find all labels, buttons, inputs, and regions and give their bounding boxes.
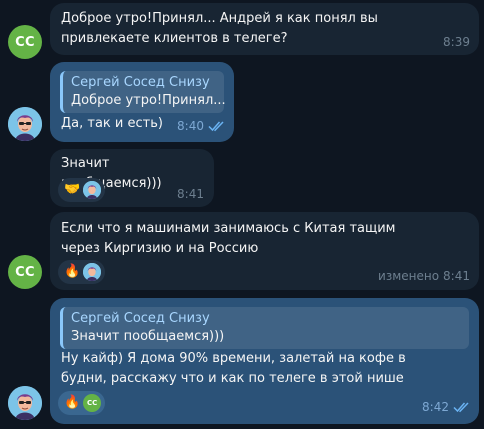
message-time: 8:40 (177, 119, 204, 133)
reply-quote[interactable]: Сергей Сосед Снизу Доброе утро!Принял... (60, 71, 226, 113)
reply-quote-text: Доброе утро!Принял... (71, 93, 226, 108)
chat-history: СС Доброе утро!Принял... Андрей я как по… (0, 0, 484, 429)
double-check-icon (453, 402, 469, 413)
reactor-initials: СС (87, 399, 98, 407)
reaction-chip[interactable]: 🤝 (58, 178, 106, 202)
reaction-chip[interactable]: 🔥 СС (58, 391, 106, 415)
contact-avatar[interactable]: СС (8, 255, 42, 289)
edited-label: изменено (378, 269, 440, 283)
message-meta: 8:42 (422, 397, 471, 417)
reply-quote-text: Значит пообщаемся))) (71, 329, 225, 344)
message-text: Ну кайф) Я дома 90% времени, залетай на … (61, 351, 410, 386)
message-bubble-incoming[interactable]: Значит пообщаемся))) 🤝 8:41 (50, 149, 214, 207)
double-check-icon (208, 121, 224, 132)
message-time: 8:41 (443, 269, 470, 283)
user-avatar[interactable] (8, 386, 42, 420)
message-meta: изменено 8:41 (378, 266, 470, 286)
reactor-avatar: СС (83, 394, 102, 412)
reactor-avatar (83, 181, 102, 199)
handshake-icon: 🤝 (64, 182, 81, 197)
message-bubble-incoming[interactable]: Доброе утро!Принял... Андрей я как понял… (50, 3, 479, 55)
message-meta: 8:41 (177, 184, 204, 204)
contact-initials: СС (15, 34, 35, 50)
message-text: Доброе утро!Принял... Андрей я как понял… (61, 11, 383, 46)
message-bubble-incoming[interactable]: Если что я машинами занимаюсь с Китая та… (50, 212, 479, 290)
reply-quote-author: Сергей Сосед Снизу (71, 75, 210, 90)
reply-quote-author: Сергей Сосед Снизу (71, 311, 210, 326)
message-time: 8:41 (177, 187, 204, 201)
user-avatar-image (8, 386, 42, 420)
message-time: 8:39 (443, 35, 470, 49)
fire-icon: 🔥 (64, 395, 81, 410)
message-bubble-outgoing[interactable]: Сергей Сосед Снизу Значит пообщаемся))) … (50, 298, 479, 424)
message-meta: 8:40 (177, 116, 226, 136)
contact-initials: СС (15, 264, 35, 280)
reactor-avatar (83, 263, 102, 281)
user-avatar[interactable] (8, 107, 42, 141)
reaction-chip[interactable]: 🔥 (58, 260, 106, 284)
message-text: Да, так и есть) (61, 116, 163, 131)
user-avatar-image (8, 107, 42, 141)
contact-avatar[interactable]: СС (8, 25, 42, 59)
reply-quote[interactable]: Сергей Сосед Снизу Значит пообщаемся))) (60, 307, 469, 349)
message-bubble-outgoing[interactable]: Сергей Сосед Снизу Доброе утро!Принял...… (50, 62, 234, 142)
message-text: Если что я машинами занимаюсь с Китая та… (61, 221, 400, 256)
message-meta: 8:39 (443, 32, 470, 52)
fire-icon: 🔥 (64, 264, 81, 279)
message-time: 8:42 (422, 400, 449, 414)
